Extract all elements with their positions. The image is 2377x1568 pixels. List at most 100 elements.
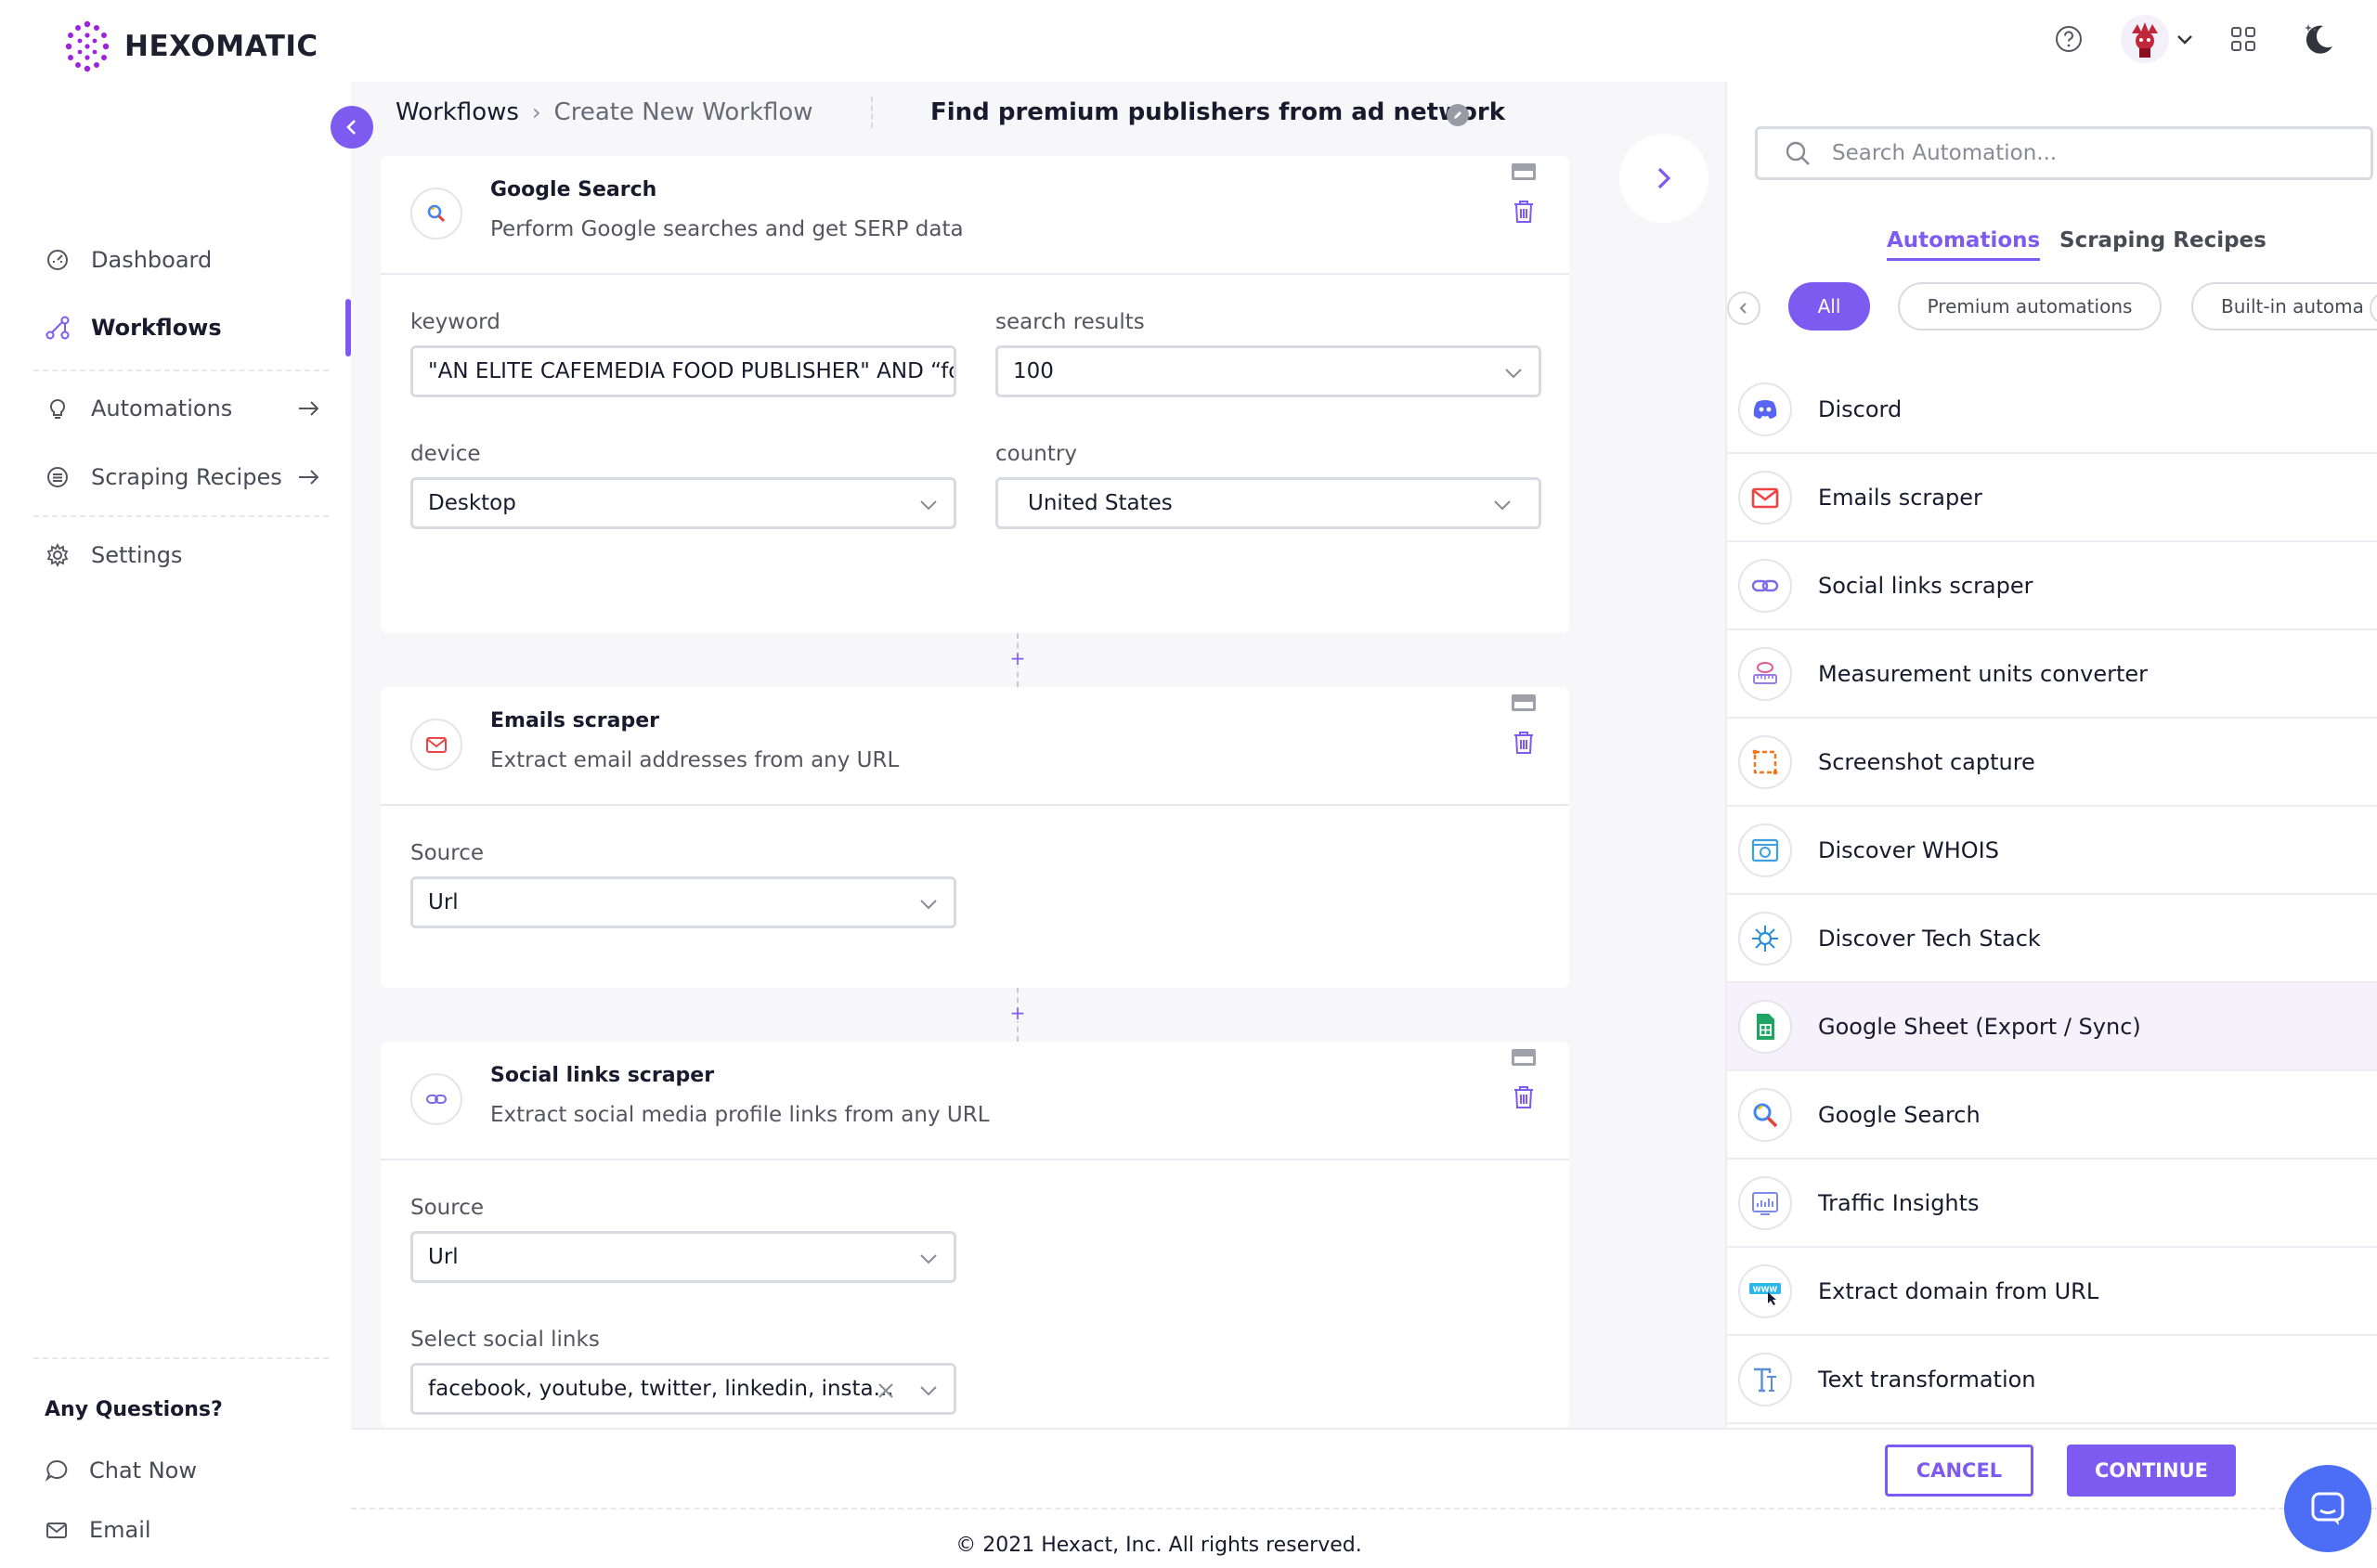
clear-icon[interactable]: [876, 1380, 896, 1401]
chat-now-link[interactable]: Chat Now: [45, 1458, 197, 1484]
breadcrumb-workflows[interactable]: Workflows: [396, 98, 519, 126]
sidebar-item-label: Workflows: [91, 315, 222, 341]
step-card-header: Google Search Perform Google searches an…: [381, 156, 1569, 275]
social-links-value: facebook, youtube, twitter, linkedin, in…: [428, 1377, 894, 1401]
automation-item-extract-domain[interactable]: WWW Extract domain from URL: [1727, 1248, 2377, 1336]
step-title: Emails scraper: [490, 709, 659, 732]
tab-automations[interactable]: Automations: [1887, 228, 2041, 261]
link-icon: [1738, 558, 1792, 613]
nav-divider: [33, 369, 329, 371]
trash-icon[interactable]: [1512, 1084, 1536, 1110]
sidebar-item-workflows[interactable]: Workflows: [33, 302, 329, 354]
device-select[interactable]: Desktop: [410, 477, 956, 529]
country-select[interactable]: United States: [995, 477, 1541, 529]
top-bar: [351, 0, 2377, 82]
search-results-select[interactable]: 100: [995, 345, 1541, 397]
bulb-icon: [45, 395, 71, 421]
device-value: Desktop: [428, 491, 516, 515]
step-card-social-links-scraper: Social links scraper Extract social medi…: [381, 1042, 1569, 1428]
expand-panel-button[interactable]: [1619, 134, 1708, 223]
chat-icon: [45, 1459, 68, 1482]
social-links-multiselect[interactable]: facebook, youtube, twitter, linkedin, in…: [410, 1363, 956, 1415]
chat-widget-button[interactable]: [2284, 1465, 2371, 1552]
trash-icon[interactable]: [1512, 199, 1536, 225]
automation-item-traffic-insights[interactable]: Traffic Insights: [1727, 1160, 2377, 1248]
step-description: Perform Google searches and get SERP dat…: [490, 217, 964, 241]
arrow-right-icon: [299, 401, 319, 416]
chevron-right-icon: ›: [531, 99, 541, 125]
step-description: Extract social media profile links from …: [490, 1103, 990, 1127]
automation-label: Text transformation: [1818, 1366, 2036, 1393]
chevron-down-icon[interactable]: [2173, 20, 2197, 58]
email-link[interactable]: Email: [45, 1517, 151, 1543]
scroll-left-button[interactable]: [1727, 292, 1760, 325]
automation-label: Emails scraper: [1818, 484, 1982, 511]
link-icon: [410, 1073, 462, 1125]
whois-icon: [1738, 823, 1792, 877]
sidebar-item-automations[interactable]: Automations: [33, 382, 329, 434]
logo[interactable]: HEXOMATIC: [59, 19, 318, 74]
breadcrumb: Workflows › Create New Workflow: [396, 98, 813, 126]
automation-item-google-sheet[interactable]: Google Sheet (Export / Sync): [1727, 983, 2377, 1071]
add-step-button[interactable]: +: [1009, 649, 1026, 667]
cancel-button[interactable]: CANCEL: [1885, 1445, 2033, 1497]
chevron-down-icon: [1505, 369, 1522, 379]
automation-item-discover-tech-stack[interactable]: Discover Tech Stack: [1727, 895, 2377, 983]
automation-label: Discover Tech Stack: [1818, 925, 2041, 952]
search-results-label: search results: [995, 310, 1145, 334]
chevron-down-icon: [1494, 500, 1511, 511]
text-icon: [1738, 1352, 1792, 1406]
google-sheet-icon: [1738, 999, 1792, 1054]
social-links-label: Select social links: [410, 1328, 600, 1352]
edit-title-icon[interactable]: [1447, 104, 1469, 126]
apps-grid-icon[interactable]: [2225, 20, 2262, 58]
chip-premium-automations[interactable]: Premium automations: [1898, 282, 2162, 330]
chevron-left-icon: [1739, 303, 1747, 314]
source-select[interactable]: Url: [410, 1231, 956, 1283]
avatar[interactable]: [2119, 13, 2171, 65]
add-step-button[interactable]: +: [1009, 1004, 1026, 1022]
automation-item-discord[interactable]: Discord: [1727, 366, 2377, 454]
chip-all[interactable]: All: [1788, 282, 1870, 330]
step-title: Social links scraper: [490, 1064, 715, 1087]
chat-now-label: Chat Now: [89, 1458, 197, 1484]
continue-button[interactable]: CONTINUE: [2067, 1445, 2236, 1497]
sidebar-item-label: Settings: [91, 542, 183, 568]
source-label: Source: [410, 1196, 484, 1220]
automation-item-social-links-scraper[interactable]: Social links scraper: [1727, 542, 2377, 630]
search-input[interactable]: [1832, 141, 2352, 165]
svg-text:WWW: WWW: [1753, 1285, 1778, 1293]
automation-item-text-transformation[interactable]: Text transformation: [1727, 1336, 2377, 1424]
automation-item-screenshot-capture[interactable]: Screenshot capture: [1727, 719, 2377, 807]
automation-item-discover-whois[interactable]: Discover WHOIS: [1727, 807, 2377, 895]
chevron-down-icon: [920, 900, 937, 910]
chevron-left-icon: [346, 120, 356, 135]
chip-built-in-automations[interactable]: Built-in automa: [2191, 282, 2377, 330]
help-icon[interactable]: [2050, 20, 2087, 58]
category-filter: All Premium automations Built-in automa: [1727, 282, 2377, 336]
mail-icon: [1738, 470, 1792, 525]
automation-item-measurement-units-converter[interactable]: Measurement units converter: [1727, 630, 2377, 719]
minimize-icon[interactable]: [1512, 163, 1536, 180]
step-card-header: Emails scraper Extract email addresses f…: [381, 687, 1569, 806]
sidebar-item-settings[interactable]: Settings: [33, 529, 329, 581]
dark-mode-icon[interactable]: [2299, 20, 2336, 58]
google-search-icon: [410, 188, 462, 240]
sidebar-item-dashboard[interactable]: Dashboard: [33, 234, 329, 286]
minimize-icon[interactable]: [1512, 694, 1536, 711]
step-description: Extract email addresses from any URL: [490, 748, 900, 772]
automation-panel: Automations Scraping Recipes All Premium…: [1725, 82, 2377, 1428]
collapse-sidebar-button[interactable]: [331, 106, 373, 149]
trash-icon[interactable]: [1512, 730, 1536, 756]
automation-item-google-search[interactable]: Google Search: [1727, 1071, 2377, 1160]
workflow-title[interactable]: Find premium publishers from ad network: [930, 98, 1505, 126]
screenshot-icon: [1738, 734, 1792, 789]
step-card-google-search: Google Search Perform Google searches an…: [381, 156, 1569, 633]
traffic-icon: [1738, 1175, 1792, 1230]
automation-item-emails-scraper[interactable]: Emails scraper: [1727, 454, 2377, 542]
keyword-input[interactable]: "AN ELITE CAFEMEDIA FOOD PUBLISHER" AND …: [410, 345, 956, 397]
minimize-icon[interactable]: [1512, 1049, 1536, 1066]
tab-scraping-recipes[interactable]: Scraping Recipes: [2059, 228, 2267, 253]
source-select[interactable]: Url: [410, 876, 956, 928]
sidebar-item-scraping-recipes[interactable]: Scraping Recipes: [33, 451, 329, 503]
